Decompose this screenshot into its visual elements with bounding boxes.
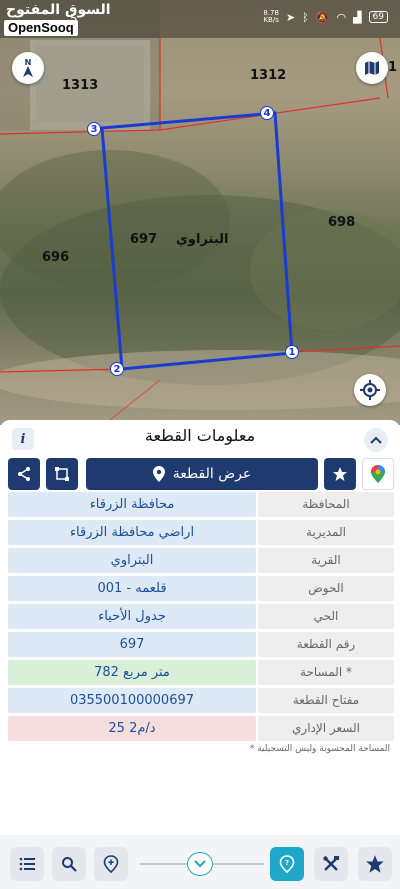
search-button[interactable] xyxy=(52,847,86,881)
parcel-number-698: 698 xyxy=(328,215,356,230)
select-area-icon xyxy=(55,467,69,481)
wifi-icon: ◠ xyxy=(336,10,347,24)
share-icon xyxy=(18,467,30,481)
status-icons: 8.78 KB/s ➤ ᛒ 🔕 ◠ ▟ 69 xyxy=(263,10,388,24)
favorite-star-icon xyxy=(366,855,384,873)
favorites-button[interactable] xyxy=(358,847,392,881)
parcel-number-value: 697 xyxy=(8,632,256,657)
parcel-number-696: 696 xyxy=(42,250,70,265)
parcel-number-1312: 1312 xyxy=(250,68,287,83)
directorate-value: اراضي محافظة الزرقاء xyxy=(8,520,256,545)
village-label-cell: القرية xyxy=(258,548,394,573)
admin-price-value: 25 د/م2 xyxy=(8,716,256,741)
show-parcel-label: عرض القطعة xyxy=(172,466,252,482)
table-row: 035500100000697 مفتاح القطعة xyxy=(8,688,394,713)
directorate-label: المديرية xyxy=(258,520,394,545)
location-status-icon: ➤ xyxy=(285,10,296,24)
panel-title: معلومات القطعة xyxy=(144,426,256,445)
bottom-toolbar: ? xyxy=(0,835,400,889)
pin-icon xyxy=(152,466,165,482)
chevron-down-icon[interactable] xyxy=(187,852,213,876)
compass-icon[interactable]: N xyxy=(12,52,44,84)
clock: 5 xyxy=(70,12,78,26)
corner-marker-3[interactable]: 3 xyxy=(87,122,101,136)
governorate-label: المحافظة xyxy=(258,492,394,517)
governorate-value: محافظة الزرقاء xyxy=(8,492,256,517)
network-speed: 8.78 KB/s xyxy=(263,9,279,24)
svg-text:N: N xyxy=(25,58,32,67)
table-row: اراضي محافظة الزرقاء المديرية xyxy=(8,520,394,545)
parcel-key-value: 035500100000697 xyxy=(8,688,256,713)
table-row: 697 رقم القطعة xyxy=(8,632,394,657)
parcel-number-697: 697 xyxy=(130,232,158,247)
star-icon xyxy=(333,467,347,481)
mute-icon: 🔕 xyxy=(315,10,330,24)
bluetooth-icon: ᛒ xyxy=(302,10,309,24)
table-row: قلعمه - 001 الحوض xyxy=(8,576,394,601)
select-area-button[interactable] xyxy=(46,458,78,490)
table-row: البتراوي القرية xyxy=(8,548,394,573)
add-location-button[interactable] xyxy=(94,847,128,881)
tools-button[interactable] xyxy=(314,847,348,881)
location-button[interactable]: ? xyxy=(270,847,304,881)
area-note: * المساحة المحسوبة وليس التسجيلية xyxy=(249,744,390,754)
satellite-map[interactable]: السوق المفتوح OpenSooq 5 8.78 KB/s ➤ ᛒ 🔕 … xyxy=(0,0,400,425)
app-screen: السوق المفتوح OpenSooq 5 8.78 KB/s ➤ ᛒ 🔕 … xyxy=(0,0,400,889)
table-row: 25 د/م2 السعر الإداري xyxy=(8,716,394,741)
basin-value: قلعمه - 001 xyxy=(8,576,256,601)
parcel-key-label: مفتاح القطعة xyxy=(258,688,394,713)
list-button[interactable] xyxy=(10,847,44,881)
add-location-icon xyxy=(103,855,119,873)
corner-marker-1[interactable]: 1 xyxy=(285,345,299,359)
chevron-up-icon[interactable] xyxy=(364,428,388,452)
neighborhood-label: الحي xyxy=(258,604,394,629)
favorite-button[interactable] xyxy=(324,458,356,490)
battery-icon: 69 xyxy=(368,11,388,23)
share-button[interactable] xyxy=(8,458,40,490)
show-parcel-button[interactable]: عرض القطعة xyxy=(86,458,318,490)
basin-label: الحوض xyxy=(258,576,394,601)
search-icon xyxy=(62,857,77,872)
village-value: البتراوي xyxy=(8,548,256,573)
parcel-details-table: محافظة الزرقاء المحافظة اراضي محافظة الز… xyxy=(8,492,394,744)
panel-actions: عرض القطعة xyxy=(8,458,394,490)
village-label: البتراوي xyxy=(176,232,229,247)
parcel-number-edge: 1 xyxy=(388,60,398,75)
svg-text:?: ? xyxy=(285,859,289,867)
corner-marker-4[interactable]: 4 xyxy=(260,106,274,120)
table-row: محافظة الزرقاء المحافظة xyxy=(8,492,394,517)
location-icon: ? xyxy=(279,855,295,873)
parcel-number-label: رقم القطعة xyxy=(258,632,394,657)
locate-icon[interactable] xyxy=(354,374,386,406)
map-layers-icon[interactable] xyxy=(356,52,388,84)
brand-arabic: السوق المفتوح xyxy=(6,2,111,18)
corner-marker-2[interactable]: 2 xyxy=(110,362,124,376)
parcel-info-panel: i معلومات القطعة عرض القطعة محافظة الزرق… xyxy=(0,420,400,889)
list-icon xyxy=(19,857,35,871)
google-maps-button[interactable] xyxy=(362,458,394,490)
neighborhood-value: جدول الأحياء xyxy=(8,604,256,629)
map-overlay xyxy=(0,0,400,421)
tools-icon xyxy=(323,856,339,871)
area-value: 782 متر مربع xyxy=(8,660,256,685)
table-row: 782 متر مربع المساحة * xyxy=(8,660,394,685)
table-row: جدول الأحياء الحي xyxy=(8,604,394,629)
parcel-number-1313: 1313 xyxy=(62,78,99,93)
brand-logo: OpenSooq xyxy=(4,20,78,36)
status-bar: السوق المفتوح OpenSooq 5 8.78 KB/s ➤ ᛒ 🔕 … xyxy=(0,0,400,38)
signal-icon: ▟ xyxy=(353,10,362,24)
admin-price-label: السعر الإداري xyxy=(258,716,394,741)
colored-pin-icon xyxy=(371,465,385,483)
area-label: المساحة * xyxy=(258,660,394,685)
